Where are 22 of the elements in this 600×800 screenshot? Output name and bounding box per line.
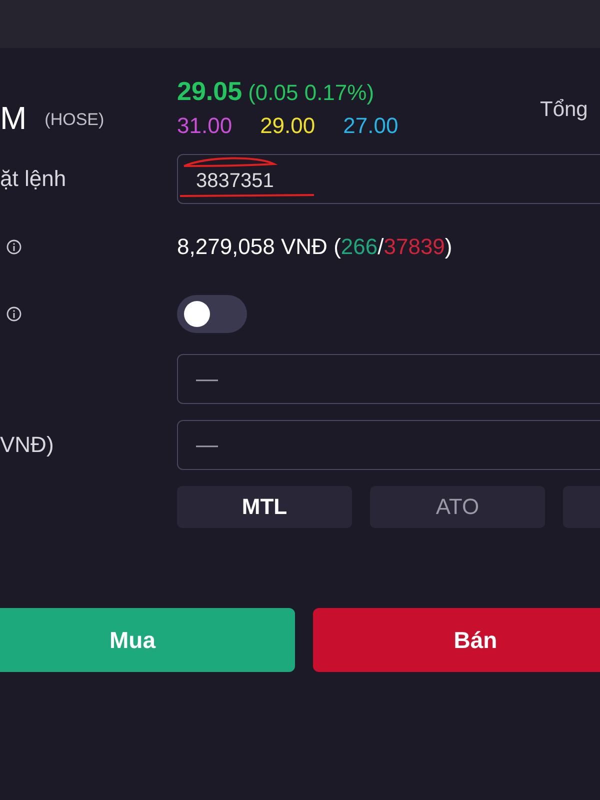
price-change: (0.05 0.17%)	[248, 80, 374, 105]
info-icon	[6, 239, 22, 255]
exchange-label: (HOSE)	[44, 110, 104, 130]
price-field[interactable]: —	[177, 420, 600, 470]
reference-price: 29.00	[260, 113, 316, 139]
sell-button[interactable]: Bán	[313, 608, 600, 672]
order-type-tab[interactable]: ATO	[370, 486, 545, 528]
account-label: ặt lệnh	[0, 166, 66, 192]
toggle-switch[interactable]	[177, 295, 247, 333]
account-number: 3837351	[196, 170, 274, 192]
quantity-field[interactable]: —	[177, 354, 600, 404]
order-type-tab[interactable]: MTL	[177, 486, 352, 528]
info-icon	[6, 306, 22, 322]
ceiling-price: 31.00	[177, 113, 232, 139]
total-label: Tổng	[540, 98, 588, 122]
buying-power: 8,279,058 VNĐ (266/37839)	[177, 234, 452, 260]
last-price: 29.05	[177, 76, 242, 106]
account-field[interactable]: 3837351	[177, 154, 600, 204]
floor-price: 27.00	[343, 113, 398, 139]
buy-button[interactable]: Mua	[0, 608, 295, 672]
stock-symbol: M	[0, 100, 27, 137]
price-label: VNĐ)	[0, 432, 54, 458]
